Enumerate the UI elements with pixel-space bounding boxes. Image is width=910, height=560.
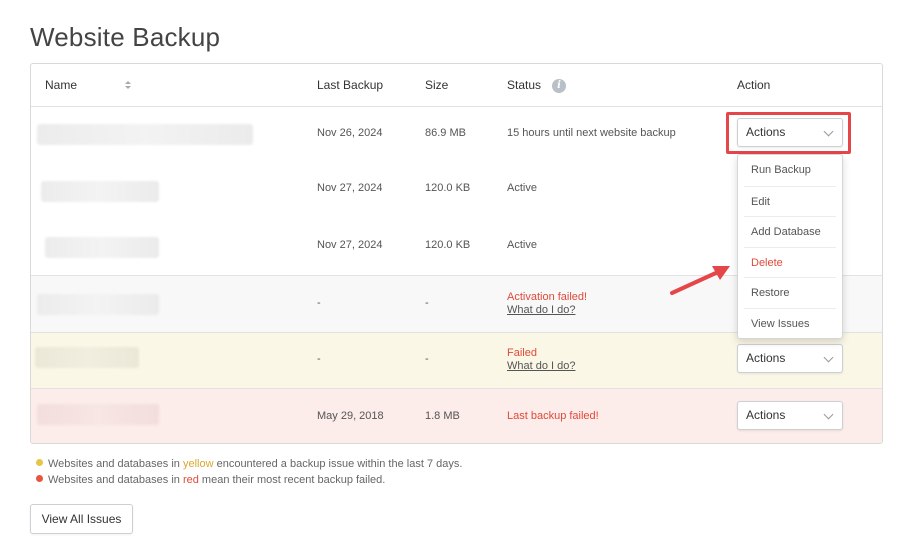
size-cell: 120.0 KB [425, 182, 471, 194]
column-header-name[interactable]: Name [45, 78, 131, 92]
actions-dropdown-button[interactable]: Actions [737, 344, 843, 373]
size-cell: 1.8 MB [425, 410, 460, 422]
status-cell: Activation failed! What do I do? [507, 291, 587, 316]
last-backup-cell: Nov 27, 2024 [317, 239, 383, 251]
size-cell: 120.0 KB [425, 239, 471, 251]
column-header-status: Status i [507, 78, 566, 93]
column-header-name-label: Name [45, 78, 78, 92]
website-name-redacted [37, 294, 159, 315]
menu-item-restore[interactable]: Restore [744, 277, 836, 308]
legend-yellow-text-after: encountered a backup issue within the la… [213, 458, 463, 470]
info-icon[interactable]: i [552, 79, 566, 93]
actions-button-label: Actions [746, 351, 786, 365]
column-header-last-backup: Last Backup [317, 78, 384, 92]
chevron-down-icon [823, 352, 834, 363]
column-header-action: Action [737, 78, 771, 92]
annotation-arrow-icon [670, 266, 730, 295]
menu-item-add-database[interactable]: Add Database [744, 216, 836, 247]
legend-yellow-word: yellow [182, 458, 214, 470]
legend-red-text-after: mean their most recent backup failed. [198, 474, 386, 486]
last-backup-cell: - [317, 353, 321, 365]
last-backup-cell: May 29, 2018 [317, 410, 384, 422]
page-title: Website Backup [30, 22, 221, 52]
red-dot-icon [36, 475, 43, 482]
legend-red-text-before: Websites and databases in [48, 474, 183, 486]
yellow-dot-icon [36, 459, 43, 466]
status-error-text: Failed [507, 347, 537, 359]
legend-red: Websites and databases in red mean their… [36, 474, 385, 486]
website-name-redacted [35, 347, 139, 368]
menu-item-delete[interactable]: Delete [744, 246, 836, 278]
sort-icon[interactable] [125, 81, 131, 91]
chevron-down-icon [823, 409, 834, 420]
what-do-i-do-link[interactable]: What do I do? [507, 304, 587, 316]
column-header-status-label: Status [507, 78, 542, 92]
website-name-redacted [45, 237, 159, 258]
menu-item-view-issues[interactable]: View Issues [744, 307, 836, 339]
website-name-redacted [41, 181, 159, 202]
last-backup-cell: Nov 27, 2024 [317, 182, 383, 194]
status-cell: Last backup failed! [507, 410, 599, 422]
column-header-size: Size [425, 78, 449, 92]
size-cell: 86.9 MB [425, 127, 466, 139]
size-cell: - [425, 297, 429, 309]
status-cell: Active [507, 239, 537, 251]
menu-item-run-backup[interactable]: Run Backup [744, 155, 836, 186]
status-error-text: Activation failed! [507, 291, 588, 303]
what-do-i-do-link[interactable]: What do I do? [507, 360, 576, 372]
menu-item-edit[interactable]: Edit [744, 185, 836, 217]
status-cell: 15 hours until next website backup [507, 127, 676, 139]
legend-red-word: red [182, 474, 199, 486]
legend-yellow: Websites and databases in yellow encount… [36, 458, 462, 470]
size-cell: - [425, 353, 429, 365]
legend-yellow-text-before: Websites and databases in [48, 458, 183, 470]
website-name-redacted [37, 124, 253, 145]
last-backup-cell: - [317, 297, 321, 309]
highlight-box [726, 112, 851, 154]
actions-dropdown-menu: Run Backup Edit Add Database Delete Rest… [737, 154, 843, 339]
last-backup-cell: Nov 26, 2024 [317, 127, 383, 139]
status-cell: Active [507, 182, 537, 194]
status-cell: Failed What do I do? [507, 347, 576, 372]
table-header: Name Last Backup Size Status i Action [31, 64, 882, 107]
actions-dropdown-button[interactable]: Actions [737, 401, 843, 430]
actions-button-label: Actions [746, 408, 786, 422]
view-all-issues-button[interactable]: View All Issues [30, 504, 133, 534]
website-name-redacted [37, 404, 159, 425]
